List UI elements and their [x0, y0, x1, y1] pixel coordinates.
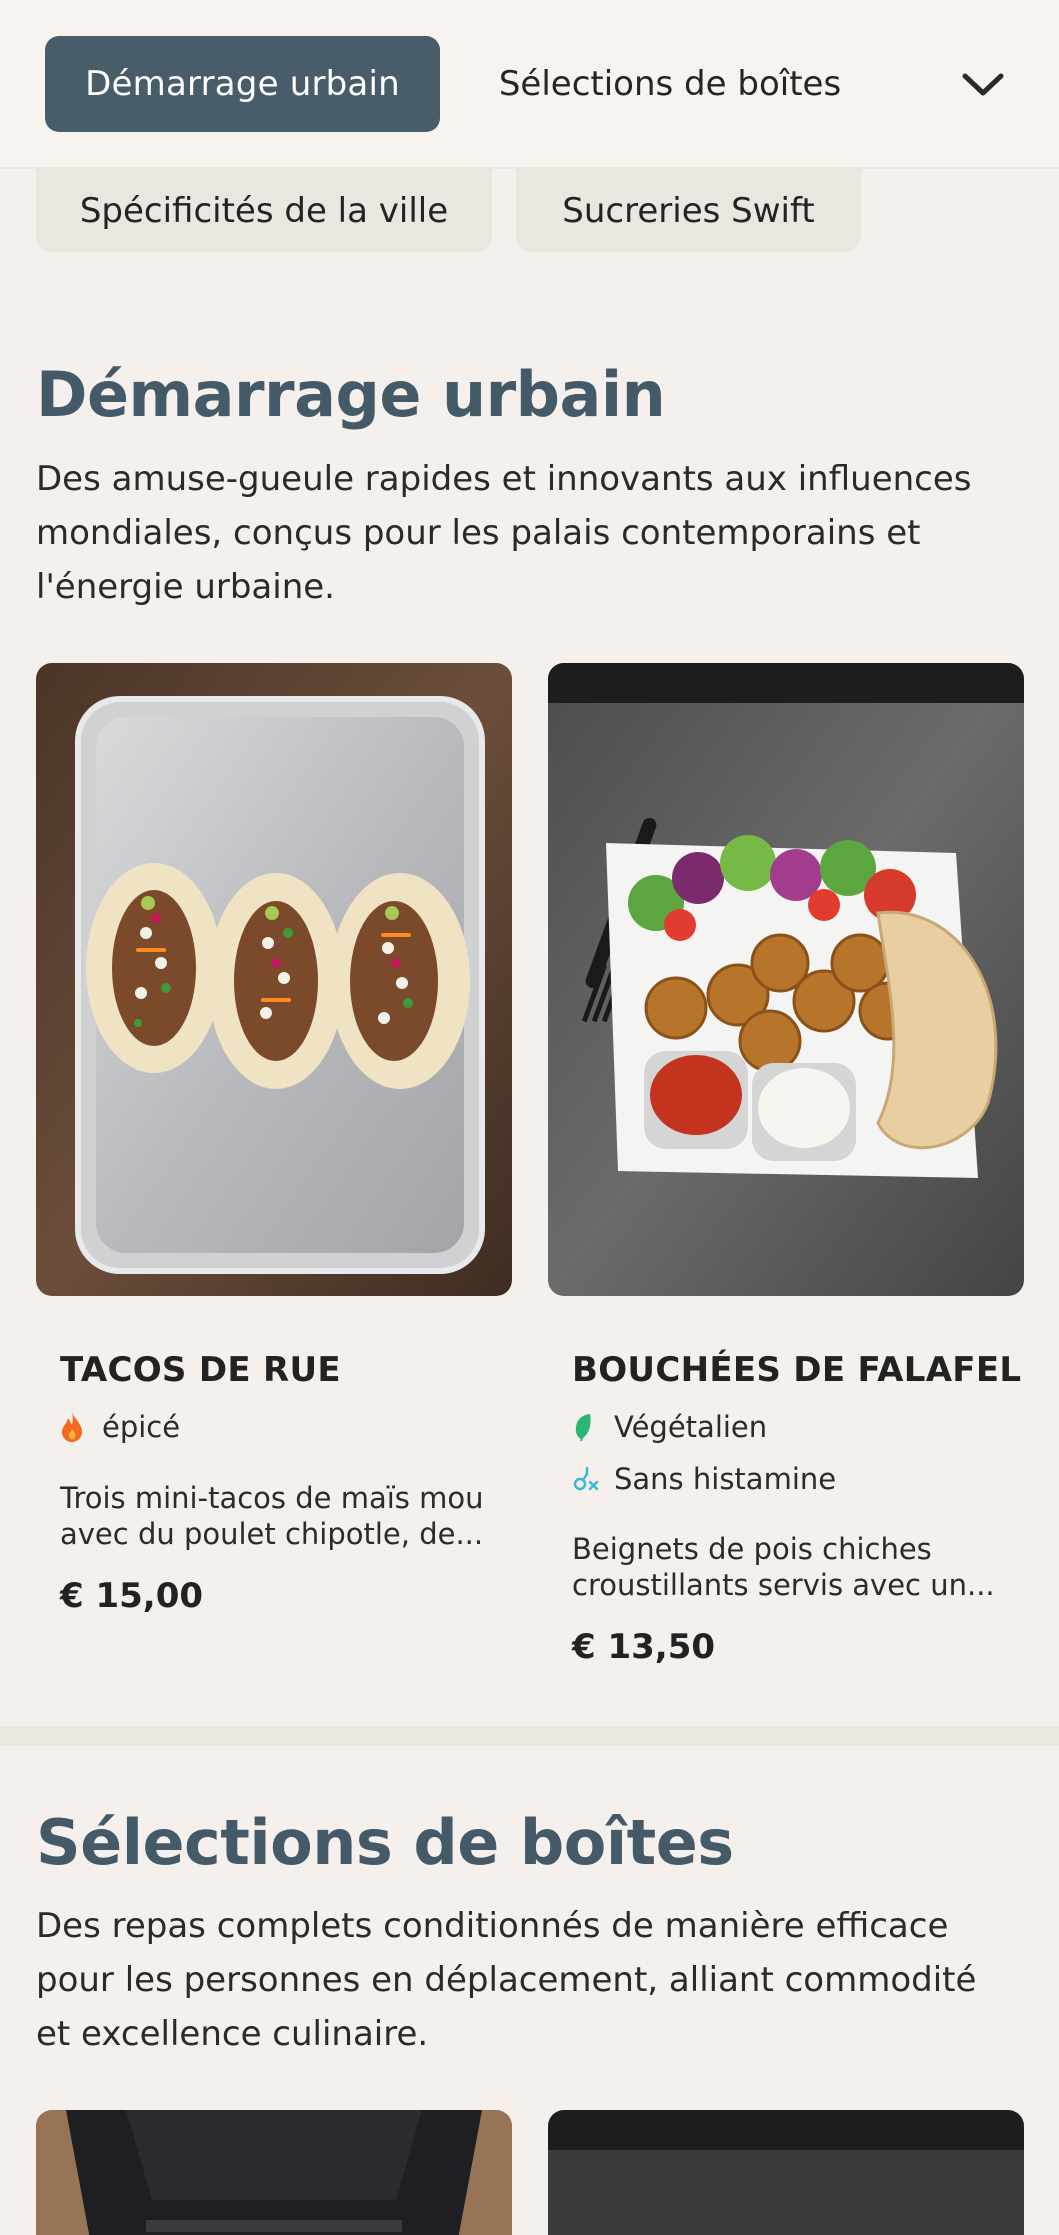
tab-specificites-de-la-ville[interactable]: Spécificités de la ville — [36, 169, 492, 252]
section-title: Démarrage urbain — [36, 358, 666, 431]
falafel-image[interactable] — [548, 663, 1024, 1296]
box-meal-image[interactable] — [548, 2110, 1024, 2235]
dish-name[interactable]: BOUCHÉES DE FALAFEL — [572, 1350, 1021, 1390]
section-title: Sélections de boîtes — [36, 1806, 734, 1879]
tag-label: Sans histamine — [614, 1462, 837, 1496]
dish-description: Beignets de pois chiches croustillants s… — [572, 1532, 995, 1602]
tacos-image[interactable] — [36, 663, 512, 1296]
section-divider — [0, 1726, 1059, 1746]
section-description: Des amuse-gueule rapides et innovants au… — [36, 459, 972, 607]
chevron-down-icon[interactable] — [948, 50, 1018, 120]
tab-demarrage-urbain[interactable]: Démarrage urbain — [45, 36, 440, 132]
section-description: Des repas complets conditionnés de maniè… — [36, 1906, 977, 2054]
histamine-free-icon — [572, 1462, 602, 1496]
dish-price: € 15,00 — [60, 1576, 204, 1616]
dish-description: Trois mini-tacos de maïs mou avec du pou… — [60, 1481, 484, 1551]
category-nav: Démarrage urbain Sélections de boîtes — [0, 0, 1059, 169]
dish-tag: Sans histamine — [572, 1462, 836, 1496]
tag-label: Végétalien — [614, 1410, 768, 1444]
flame-icon — [60, 1410, 90, 1444]
dish-name[interactable]: TACOS DE RUE — [60, 1350, 341, 1390]
dish-price: € 13,50 — [572, 1627, 716, 1667]
dish-tag: épicé — [60, 1410, 180, 1444]
tab-sucreries-swift[interactable]: Sucreries Swift — [516, 169, 861, 252]
tab-selections-de-boites[interactable]: Sélections de boîtes — [470, 36, 870, 132]
dish-tag: Végétalien — [572, 1410, 767, 1444]
leaf-icon — [572, 1410, 602, 1444]
box-meal-image[interactable] — [36, 2110, 512, 2235]
tag-label: épicé — [102, 1410, 181, 1444]
